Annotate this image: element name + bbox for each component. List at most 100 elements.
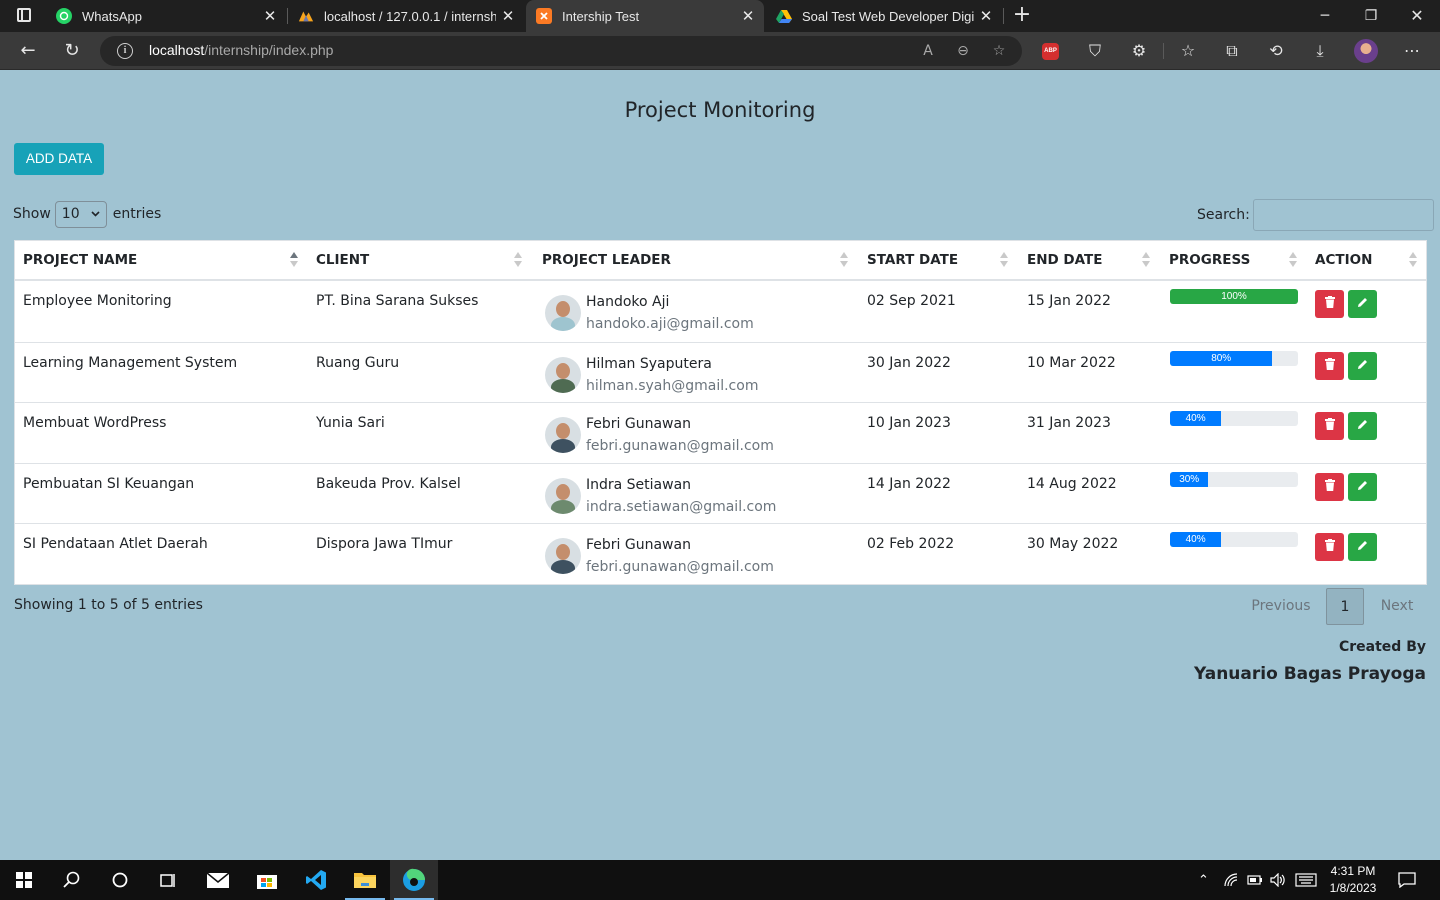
network-icon[interactable] [1224,860,1240,900]
restore-icon[interactable]: ❐ [1348,0,1394,32]
delete-button[interactable] [1315,472,1344,501]
url-text[interactable]: localhost/internship/index.php [149,42,333,58]
task-view-icon[interactable] [144,860,192,900]
close-window-icon[interactable]: ✕ [1394,0,1440,32]
delete-button[interactable] [1315,290,1344,318]
trash-icon [1324,539,1335,551]
battery-icon[interactable] [1247,860,1263,900]
edit-button[interactable] [1348,412,1377,440]
entries-label: entries [112,206,162,222]
client-name: Ruang Guru [316,354,400,371]
collections-icon[interactable]: ⧉ [1218,38,1246,64]
tab-phpmyadmin[interactable]: localhost / 127.0.0.1 / internship ✕ [288,0,524,32]
progress-bar-track: 80% [1170,350,1298,366]
cortana-icon[interactable] [96,860,144,900]
phpmyadmin-icon [298,8,314,24]
sort-icon[interactable] [514,252,522,268]
site-info-icon[interactable]: i [117,43,133,59]
search-input[interactable] [1252,199,1434,231]
vscode-icon[interactable] [292,860,340,900]
store-icon[interactable] [243,860,291,900]
mail-icon[interactable] [194,860,242,900]
favorites-icon[interactable]: ☆ [1174,38,1202,64]
project-name: SI Pendataan Atlet Daerah [23,536,208,552]
project-name: Pembuatan SI Keuangan [23,475,195,492]
tab-whatsapp[interactable]: WhatsApp ✕ [46,0,286,32]
avatar [545,538,581,574]
project-name: Membuat WordPress [23,415,167,431]
tab-actions-icon[interactable] [17,8,31,22]
pagination-previous[interactable]: Previous [1243,588,1319,625]
whatsapp-icon [56,8,72,24]
edit-button[interactable] [1348,351,1377,380]
back-icon[interactable]: ← [14,38,42,64]
col-progress[interactable]: PROGRESS [1169,241,1250,279]
col-client[interactable]: CLIENT [316,241,369,279]
keyboard-icon[interactable] [1295,860,1317,900]
sort-icon[interactable] [1409,252,1417,268]
client-name: Bakeuda Prov. Kalsel [316,475,461,492]
sort-icon[interactable] [840,252,848,268]
minimize-icon[interactable]: ─ [1302,0,1348,32]
start-button[interactable] [0,860,48,900]
zoom-icon[interactable]: ⊖ [952,41,974,61]
close-tab-icon[interactable]: ✕ [496,7,520,25]
trash-icon [1324,296,1335,308]
edit-button[interactable] [1348,290,1377,318]
edit-button[interactable] [1348,472,1377,501]
edit-button[interactable] [1348,533,1377,561]
read-aloud-icon[interactable]: A [917,41,939,61]
show-hidden-icons[interactable]: ⌃ [1198,860,1209,900]
tab-google-drive[interactable]: Soal Test Web Developer Digitalis ✕ [766,0,1002,32]
tab-title: Intership Test [562,8,640,24]
file-explorer-icon[interactable] [341,860,389,900]
avatar [545,417,581,453]
new-tab-icon[interactable]: + [1010,3,1034,27]
sort-icon[interactable] [1142,252,1150,268]
delete-button[interactable] [1315,412,1344,440]
adblock-plus-icon[interactable]: ABP [1042,43,1059,60]
col-action[interactable]: ACTION [1315,241,1372,279]
col-project-name[interactable]: PROJECT NAME [23,241,137,279]
profile-avatar[interactable] [1354,39,1378,63]
pagination-page-1[interactable]: 1 [1326,588,1364,625]
reload-icon[interactable]: ↻ [58,38,86,64]
downloads-icon[interactable]: ⤓ [1306,38,1334,64]
delete-button[interactable] [1315,351,1344,380]
sort-icon[interactable] [1289,252,1297,268]
delete-button[interactable] [1315,533,1344,561]
sort-icon[interactable] [1000,252,1008,268]
add-data-button[interactable]: ADD DATA [14,143,104,175]
clock-time: 4:31 PM [1330,864,1376,878]
table-row: Membuat WordPress Yunia Sari Febri Gunawan… [15,402,1426,463]
col-project-leader[interactable]: PROJECT LEADER [542,241,671,279]
leader-name: Hilman Syaputera [586,355,712,372]
shield-extension-icon[interactable]: ⛉ [1081,38,1109,64]
system-clock[interactable]: 4:31 PM 1/8/2023 [1322,863,1384,897]
start-date: 02 Sep 2021 [867,293,956,309]
leader-name: Handoko Aji [586,294,670,310]
url-field[interactable]: i localhost/internship/index.php A ⊖ ☆ [100,36,1022,66]
add-favorite-icon[interactable]: ☆ [988,41,1010,61]
col-start-date[interactable]: START DATE [867,241,958,279]
edge-icon[interactable] [390,860,438,900]
entries-select[interactable]: 10 [54,200,107,228]
pagination-next[interactable]: Next [1369,588,1425,625]
notifications-icon[interactable] [1398,860,1416,900]
tab-title: Soal Test Web Developer Digitalis [802,8,974,24]
extensions-icon[interactable]: ⚙ [1125,38,1153,64]
volume-icon[interactable] [1270,860,1286,900]
col-end-date[interactable]: END DATE [1027,241,1102,279]
tab-intership-test[interactable]: Intership Test ✕ [526,0,764,32]
close-tab-icon[interactable]: ✕ [736,7,760,25]
sort-asc-icon[interactable] [290,252,298,268]
history-icon[interactable]: ⟲ [1262,38,1290,64]
more-menu-icon[interactable]: ⋯ [1398,38,1426,64]
close-tab-icon[interactable]: ✕ [258,7,282,25]
close-tab-icon[interactable]: ✕ [974,7,998,25]
progress-bar-track: 40% [1170,532,1298,547]
search-control: Search: [1197,199,1434,231]
search-icon[interactable] [48,860,96,900]
google-drive-icon [776,8,792,24]
client-name: PT. Bina Sarana Sukses [316,293,479,309]
